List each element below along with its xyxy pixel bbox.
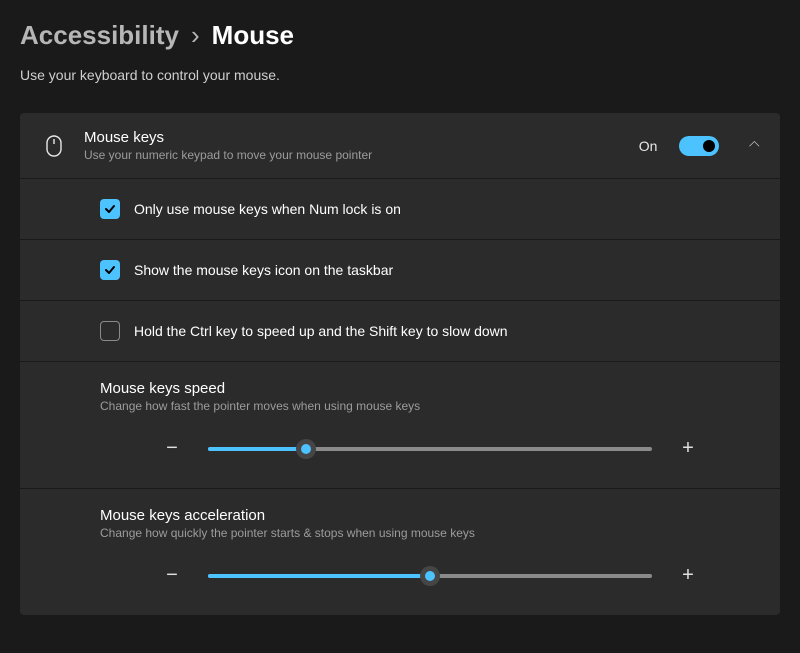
breadcrumb: Accessibility › Mouse [20, 20, 780, 51]
option-taskbar-label: Show the mouse keys icon on the taskbar [134, 262, 393, 278]
acceleration-description: Change how quickly the pointer starts & … [100, 526, 760, 540]
breadcrumb-current: Mouse [212, 20, 294, 51]
acceleration-increase-button[interactable]: + [676, 564, 700, 587]
mouse-keys-description: Use your numeric keypad to move your mou… [84, 148, 623, 162]
option-taskbar-row[interactable]: Show the mouse keys icon on the taskbar [20, 240, 780, 301]
mouse-keys-toggle[interactable] [679, 136, 719, 156]
acceleration-slider[interactable] [208, 574, 652, 578]
option-ctrlshift-label: Hold the Ctrl key to speed up and the Sh… [134, 323, 508, 339]
option-numlock-checkbox[interactable] [100, 199, 120, 219]
option-numlock-row[interactable]: Only use mouse keys when Num lock is on [20, 179, 780, 240]
breadcrumb-parent[interactable]: Accessibility [20, 20, 179, 51]
speed-slider[interactable] [208, 447, 652, 451]
acceleration-slider-thumb[interactable] [420, 566, 440, 586]
option-ctrlshift-row[interactable]: Hold the Ctrl key to speed up and the Sh… [20, 301, 780, 362]
mouse-keys-card: Mouse keys Use your numeric keypad to mo… [20, 113, 780, 615]
mouse-keys-state-label: On [639, 138, 658, 154]
page-subtitle: Use your keyboard to control your mouse. [20, 67, 780, 83]
acceleration-title: Mouse keys acceleration [100, 507, 760, 524]
speed-slider-thumb[interactable] [296, 439, 316, 459]
speed-title: Mouse keys speed [100, 380, 760, 397]
speed-description: Change how fast the pointer moves when u… [100, 399, 760, 413]
option-taskbar-checkbox[interactable] [100, 260, 120, 280]
speed-slider-fill [208, 447, 306, 451]
mouse-icon [40, 135, 68, 157]
option-numlock-label: Only use mouse keys when Num lock is on [134, 201, 401, 217]
speed-decrease-button[interactable]: − [160, 437, 184, 460]
speed-increase-button[interactable]: + [676, 437, 700, 460]
option-ctrlshift-checkbox[interactable] [100, 321, 120, 341]
breadcrumb-separator: › [191, 20, 200, 51]
acceleration-slider-block: Mouse keys acceleration Change how quick… [20, 489, 780, 615]
speed-slider-block: Mouse keys speed Change how fast the poi… [20, 362, 780, 489]
acceleration-slider-fill [208, 574, 430, 578]
chevron-up-icon[interactable]: ⌵ [749, 137, 760, 154]
mouse-keys-header[interactable]: Mouse keys Use your numeric keypad to mo… [20, 113, 780, 179]
mouse-keys-title: Mouse keys [84, 129, 623, 146]
acceleration-decrease-button[interactable]: − [160, 564, 184, 587]
